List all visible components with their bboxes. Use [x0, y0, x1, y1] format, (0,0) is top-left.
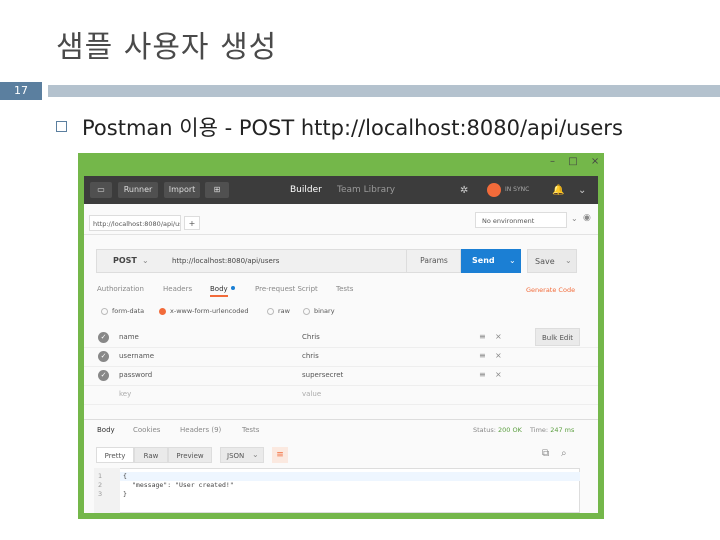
tab-builder[interactable]: Builder — [290, 185, 322, 195]
radio-binary[interactable] — [303, 308, 310, 315]
sync-icon[interactable] — [487, 183, 501, 197]
add-tab-button[interactable]: + — [184, 216, 200, 230]
import-button[interactable]: Import — [164, 182, 200, 198]
copy-icon[interactable]: ⧉ — [542, 448, 549, 459]
response-tab-body[interactable]: Body — [97, 426, 115, 434]
delete-icon[interactable]: × — [495, 351, 502, 360]
slide-title: 샘플 사용자 생성 — [56, 30, 278, 65]
drag-handle-icon[interactable]: ≡ — [479, 370, 486, 379]
eye-icon[interactable]: ◉ — [583, 213, 591, 223]
drag-handle-icon[interactable]: ≡ — [479, 351, 486, 360]
request-tab[interactable]: http://localhost:8080/api/us — [89, 215, 181, 231]
environment-select[interactable]: No environment — [475, 212, 567, 228]
response-tab-cookies[interactable]: Cookies — [133, 426, 160, 434]
save-chevron-icon[interactable]: ⌄ — [565, 256, 572, 265]
menu-chevron-icon[interactable]: ⌄ — [578, 185, 586, 196]
title-rule — [48, 85, 720, 97]
generate-code-link[interactable]: Generate Code — [526, 286, 575, 294]
status-label: Status: — [473, 426, 496, 434]
table-row — [84, 385, 598, 405]
slide-number: 17 — [0, 82, 42, 100]
line-number: 2 — [98, 481, 103, 489]
method-select[interactable]: POST — [96, 249, 164, 273]
code-line: "message": "User created!" — [132, 481, 234, 489]
window-controls: – □ × — [540, 156, 599, 167]
body-dot-icon — [231, 286, 235, 290]
new-window-icon[interactable]: ⊞ — [205, 182, 229, 198]
tab-tests[interactable]: Tests — [336, 285, 353, 293]
radio-label-urlencoded: x-www-form-urlencoded — [170, 307, 249, 315]
bulk-edit-button[interactable]: Bulk Edit — [535, 328, 580, 346]
bell-icon[interactable]: 🔔 — [552, 185, 564, 196]
radio-form-data[interactable] — [101, 308, 108, 315]
tab-body[interactable]: Body — [210, 285, 228, 297]
radio-label-raw: raw — [278, 307, 290, 315]
runner-button[interactable]: Runner — [118, 182, 158, 198]
method-chevron-icon: ⌄ — [142, 256, 149, 265]
postman-app: ▭ Runner Import ⊞ Builder Team Library ✲… — [84, 176, 598, 513]
delete-icon[interactable]: × — [495, 370, 502, 379]
tab-pre-request-script[interactable]: Pre-request Script — [255, 285, 318, 293]
raw-button[interactable]: Raw — [134, 447, 168, 463]
table-row — [84, 347, 598, 367]
row-value[interactable]: chris — [302, 352, 319, 360]
drag-handle-icon[interactable]: ≡ — [479, 332, 486, 341]
table-row — [84, 328, 598, 348]
square-bullet-icon — [56, 121, 67, 132]
row-value[interactable]: supersecret — [302, 371, 343, 379]
maximize-icon[interactable]: □ — [568, 156, 577, 167]
row-value[interactable]: Chris — [302, 333, 320, 341]
radio-label-form-data: form-data — [112, 307, 145, 315]
checkmark-icon[interactable]: ✓ — [98, 351, 109, 362]
env-chevron-icon[interactable]: ⌄ — [571, 214, 578, 223]
response-tab-tests[interactable]: Tests — [242, 426, 259, 434]
row-key[interactable]: name — [119, 333, 139, 341]
value-placeholder[interactable]: value — [302, 390, 321, 398]
radio-urlencoded[interactable] — [159, 308, 166, 315]
wrap-lines-icon[interactable]: ≡ — [272, 447, 288, 463]
search-icon[interactable]: ⌕ — [561, 448, 567, 459]
time-value: 247 ms — [550, 426, 575, 434]
active-line-highlight — [120, 472, 580, 481]
params-button[interactable]: Params — [406, 249, 461, 273]
close-icon[interactable]: × — [591, 156, 599, 167]
sync-status: IN SYNC — [505, 186, 530, 193]
preview-button[interactable]: Preview — [168, 447, 212, 463]
radio-raw[interactable] — [267, 308, 274, 315]
response-status: Status: 200 OK — [473, 426, 522, 434]
response-tab-headers[interactable]: Headers (9) — [180, 426, 221, 434]
radio-label-binary: binary — [314, 307, 335, 315]
sidebar-toggle-icon[interactable]: ▭ — [90, 182, 112, 198]
tab-headers[interactable]: Headers — [163, 285, 192, 293]
status-value: 200 OK — [497, 426, 522, 434]
delete-icon[interactable]: × — [495, 332, 502, 341]
code-line: } — [123, 490, 127, 498]
row-key[interactable]: username — [119, 352, 154, 360]
response-time: Time: 247 ms — [530, 426, 574, 434]
checkmark-icon[interactable]: ✓ — [98, 370, 109, 381]
key-placeholder[interactable]: key — [119, 390, 131, 398]
pretty-button[interactable]: Pretty — [96, 447, 134, 463]
send-chevron-icon[interactable]: ⌄ — [509, 256, 516, 265]
url-input[interactable]: http://localhost:8080/api/users — [172, 249, 279, 273]
checkmark-icon[interactable]: ✓ — [98, 332, 109, 343]
code-line: { — [123, 472, 127, 480]
bullet-text: Postman 이용 - POST http://localhost:8080/… — [82, 116, 623, 140]
row-key[interactable]: password — [119, 371, 152, 379]
interceptor-icon[interactable]: ✲ — [460, 185, 468, 196]
minimize-icon[interactable]: – — [550, 156, 555, 167]
tab-authorization[interactable]: Authorization — [97, 285, 144, 293]
format-chevron-icon: ⌄ — [252, 450, 259, 459]
tab-team-library[interactable]: Team Library — [337, 185, 395, 195]
line-number: 3 — [98, 490, 103, 498]
time-label: Time: — [530, 426, 549, 434]
line-number: 1 — [98, 472, 103, 480]
